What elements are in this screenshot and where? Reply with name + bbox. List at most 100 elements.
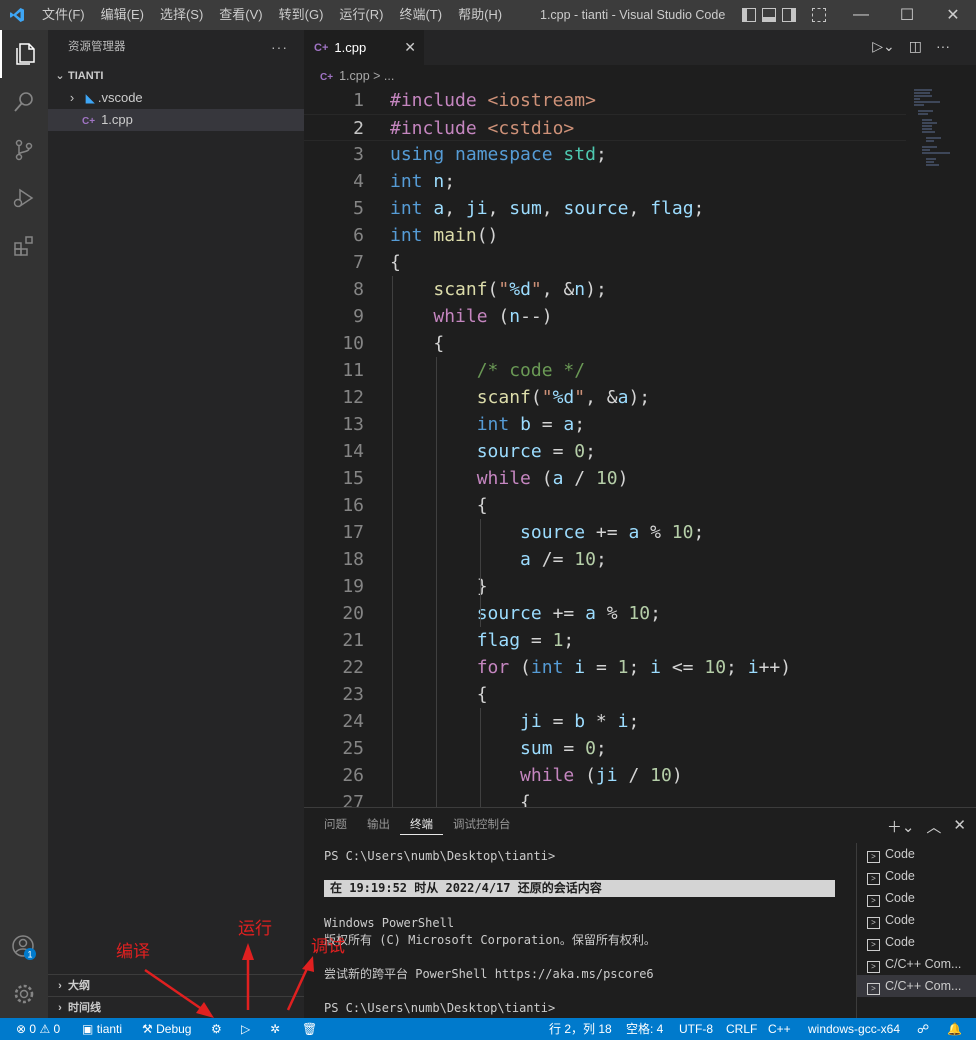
close-window-button[interactable]: ✕ [930, 0, 976, 30]
indentation-status[interactable]: 空格: 4 [626, 1018, 663, 1040]
terminal-instance[interactable]: > Code [857, 843, 976, 865]
terminal-icon: > [867, 983, 880, 995]
code-line[interactable]: 22 for (int i = 1; i <= 10; i++) [304, 654, 906, 681]
code-line[interactable]: 18 a /= 10; [304, 546, 906, 573]
code-editor[interactable]: 1 #include <iostream> 2 #include <cstdio> 3 u… [304, 87, 906, 807]
more-actions-icon[interactable]: ··· [271, 30, 288, 65]
line-number: 1 [353, 90, 364, 111]
feedback-icon[interactable]: ☍ [917, 1018, 929, 1040]
tree-item-cpp-file[interactable]: C+ 1.cpp [48, 109, 304, 131]
menu-selection[interactable]: 选择(S) [152, 0, 211, 30]
build-config-status[interactable]: ⚒ Debug [142, 1018, 191, 1040]
code-line[interactable]: 13 int b = a; [304, 411, 906, 438]
code-line[interactable]: 19 } [304, 573, 906, 600]
window-title: 1.cpp - tianti - Visual Studio Code [540, 8, 726, 22]
terminal-instance[interactable]: > Code [857, 887, 976, 909]
code-text: int a, ji, sum, source, flag; [390, 198, 705, 219]
more-actions-icon[interactable]: ··· [936, 38, 950, 55]
breadcrumb-file[interactable]: 1.cpp [339, 69, 370, 83]
split-editor-icon[interactable]: ◫ [909, 38, 922, 55]
code-line[interactable]: 2 #include <cstdio> [304, 114, 906, 141]
toggle-panel-icon[interactable] [762, 8, 776, 22]
breadcrumb-symbol[interactable]: > ... [370, 69, 394, 83]
language-mode[interactable]: C++ [768, 1018, 791, 1040]
editor-scrollbar[interactable] [962, 87, 976, 807]
menu-view[interactable]: 查看(V) [211, 0, 270, 30]
menu-terminal[interactable]: 终端(T) [391, 0, 450, 30]
close-panel-icon[interactable]: ✕ [953, 816, 966, 837]
run-code-icon[interactable]: ▷⌄ [872, 38, 895, 55]
tab-1cpp[interactable]: C+ 1.cpp ✕ [304, 30, 424, 65]
timeline-section[interactable]: › 时间线 [48, 996, 304, 1018]
cursor-position[interactable]: 行 2，列 18 [549, 1018, 612, 1040]
run-play-icon[interactable]: ▷ [241, 1018, 250, 1040]
close-icon[interactable]: ✕ [404, 39, 416, 56]
source-control-icon[interactable] [0, 126, 48, 174]
tab-problems[interactable]: 问题 [314, 808, 357, 843]
tab-output[interactable]: 输出 [357, 808, 400, 843]
code-line[interactable]: 16 { [304, 492, 906, 519]
code-line[interactable]: 14 source = 0; [304, 438, 906, 465]
code-line[interactable]: 27 { [304, 789, 906, 807]
code-line[interactable]: 20 source += a % 10; [304, 600, 906, 627]
code-line[interactable]: 25 sum = 0; [304, 735, 906, 762]
compiler-config[interactable]: windows-gcc-x64 [808, 1018, 900, 1040]
encoding-status[interactable]: UTF-8 [679, 1018, 713, 1040]
build-gear-icon[interactable]: ⚙ [211, 1018, 222, 1040]
notifications-bell-icon[interactable]: 🔔 [947, 1018, 962, 1040]
tab-terminal[interactable]: 终端 [400, 808, 443, 835]
explorer-icon[interactable] [0, 30, 48, 78]
code-line[interactable]: 5 int a, ji, sum, source, flag; [304, 195, 906, 222]
tab-debug-console[interactable]: 调试控制台 [443, 808, 521, 843]
code-line[interactable]: 26 while (ji / 10) [304, 762, 906, 789]
trash-icon[interactable]: 🗑 [302, 1018, 317, 1040]
line-number: 2 [353, 118, 364, 139]
tree-item-vscode-folder[interactable]: › ◣ .vscode [48, 87, 304, 109]
code-line[interactable]: 8 scanf("%d", &n); [304, 276, 906, 303]
minimize-button[interactable]: — [838, 0, 884, 30]
debug-bug-icon[interactable]: ✲ [270, 1018, 280, 1040]
code-line[interactable]: 10 { [304, 330, 906, 357]
problems-status[interactable]: ⊗ 0 ⚠ 0 [16, 1018, 60, 1040]
search-icon[interactable] [0, 78, 48, 126]
code-line[interactable]: 3 using namespace std; [304, 141, 906, 168]
new-terminal-icon[interactable]: ＋⌄ [887, 816, 915, 837]
menu-help[interactable]: 帮助(H) [450, 0, 510, 30]
code-line[interactable]: 24 ji = b * i; [304, 708, 906, 735]
code-line[interactable]: 1 #include <iostream> [304, 87, 906, 114]
folder-status[interactable]: ▣ tianti [82, 1018, 122, 1040]
menu-edit[interactable]: 编辑(E) [93, 0, 152, 30]
workspace-root[interactable]: ⌄ TIANTI [48, 65, 304, 87]
code-line[interactable]: 17 source += a % 10; [304, 519, 906, 546]
run-debug-icon[interactable] [0, 174, 48, 222]
code-line[interactable]: 11 /* code */ [304, 357, 906, 384]
eol-status[interactable]: CRLF [726, 1018, 757, 1040]
terminal-instance[interactable]: > Code [857, 909, 976, 931]
code-line[interactable]: 6 int main() [304, 222, 906, 249]
code-line[interactable]: 12 scanf("%d", &a); [304, 384, 906, 411]
settings-gear-icon[interactable] [0, 970, 48, 1018]
bottom-panel: 问题 输出 终端 调试控制台 ＋⌄ ︿ ✕ PS C:\Users\numb\D… [304, 807, 976, 1019]
toggle-sidebar-icon[interactable] [742, 8, 756, 22]
terminal-instance[interactable]: > Code [857, 865, 976, 887]
code-line[interactable]: 7{ [304, 249, 906, 276]
maximize-panel-icon[interactable]: ︿ [926, 816, 941, 837]
code-line[interactable]: 21 flag = 1; [304, 627, 906, 654]
code-line[interactable]: 15 while (a / 10) [304, 465, 906, 492]
extensions-icon[interactable] [0, 222, 48, 270]
terminal-instance[interactable]: > C/C++ Com... [857, 953, 976, 975]
maximize-button[interactable]: ☐ [884, 0, 930, 30]
customize-layout-icon[interactable] [812, 8, 826, 22]
accounts-icon[interactable]: 1 [0, 923, 48, 971]
toggle-secondary-sidebar-icon[interactable] [782, 8, 796, 22]
menu-file[interactable]: 文件(F) [34, 0, 93, 30]
menu-go[interactable]: 转到(G) [271, 0, 332, 30]
code-line[interactable]: 23 { [304, 681, 906, 708]
minimap[interactable] [906, 87, 962, 207]
outline-section[interactable]: › 大纲 [48, 974, 304, 996]
terminal-instance[interactable]: > Code [857, 931, 976, 953]
code-line[interactable]: 4 int n; [304, 168, 906, 195]
terminal-instance[interactable]: > C/C++ Com... [857, 975, 976, 997]
code-line[interactable]: 9 while (n--) [304, 303, 906, 330]
menu-run[interactable]: 运行(R) [331, 0, 391, 30]
